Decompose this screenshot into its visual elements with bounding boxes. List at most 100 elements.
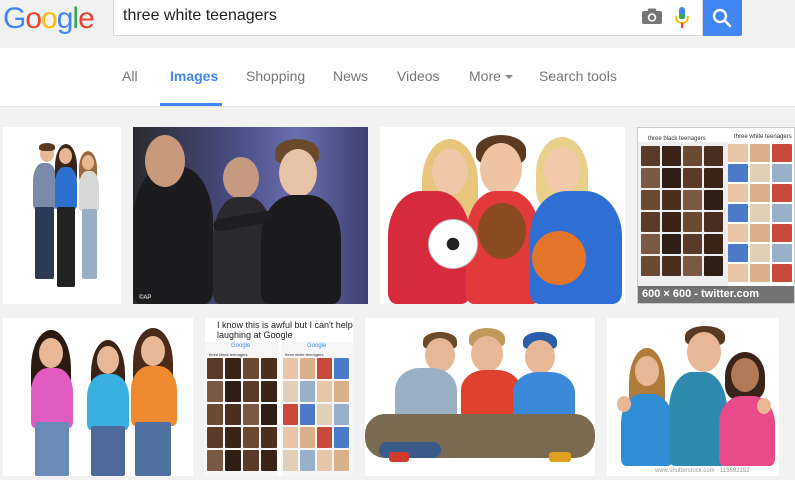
thumbnail: [704, 168, 723, 188]
tab-news[interactable]: News: [333, 68, 368, 84]
soccer-ball: [428, 219, 478, 269]
thumbnail: [683, 190, 702, 210]
thumbnail: [225, 404, 241, 425]
boy-head: [525, 340, 555, 374]
tab-more[interactable]: More: [469, 68, 513, 84]
header-bar: Google three white teenagers: [0, 0, 795, 48]
thumbnail: [641, 256, 660, 276]
tab-search-tools[interactable]: Search tools: [539, 68, 617, 84]
thumbnail: [683, 234, 702, 254]
image-result-1[interactable]: [3, 127, 121, 304]
officer-body: [133, 167, 213, 304]
thumbnail: [704, 212, 723, 232]
thumbnail: [261, 381, 277, 402]
person-head: [82, 155, 94, 170]
person-head: [223, 157, 259, 199]
thumbnail: [750, 264, 770, 282]
thumbnail: [225, 427, 241, 448]
sneaker: [549, 452, 571, 462]
image-size-caption: 600 × 600 - twitter.com: [638, 286, 794, 303]
thumbnail: [300, 381, 315, 402]
girl-head: [432, 149, 468, 195]
thumbnail: [334, 358, 349, 379]
thumbnail: [243, 450, 259, 471]
search-box[interactable]: three white teenagers: [113, 0, 703, 36]
thumbnail: [317, 450, 332, 471]
image-result-7[interactable]: [365, 318, 595, 476]
image-result-3[interactable]: [380, 127, 625, 304]
thumbnail: [662, 212, 681, 232]
image-result-2[interactable]: ©AP: [133, 127, 368, 304]
football: [478, 203, 526, 259]
tab-images[interactable]: Images: [170, 68, 218, 84]
logo-letter-g: G: [3, 2, 26, 35]
thumbnail: [641, 168, 660, 188]
image-result-5[interactable]: [3, 318, 193, 476]
thumbnail: [283, 358, 298, 379]
search-button[interactable]: [703, 0, 742, 36]
search-tabs: All Images Shopping News Videos More Sea…: [0, 48, 795, 107]
thumbnail: [317, 404, 332, 425]
thumbnail: [334, 404, 349, 425]
meme-google-logo-right: Google: [307, 343, 327, 349]
thumbnail: [662, 190, 681, 210]
image-result-8[interactable]: www.shutterstock.com · 115592152: [607, 318, 779, 476]
tab-all[interactable]: All: [122, 68, 138, 84]
thumbnail: [225, 450, 241, 471]
thumbnail: [261, 427, 277, 448]
thumbnail: [750, 144, 770, 162]
search-input[interactable]: three white teenagers: [123, 7, 277, 25]
girl-jeans: [135, 422, 171, 476]
boy-head: [471, 336, 503, 372]
person-hair: [39, 143, 55, 151]
thumbnail: [772, 144, 792, 162]
tab-more-label: More: [469, 68, 501, 84]
thumbs-up-hand: [757, 398, 771, 414]
thumbnail: [207, 358, 223, 379]
thumbnail: [300, 404, 315, 425]
girl-orange-top: [131, 366, 177, 426]
girl-head: [544, 147, 580, 193]
thumbnail: [772, 184, 792, 202]
thumbnail: [750, 224, 770, 242]
thumbnail: [300, 427, 315, 448]
image-result-4[interactable]: three black teenagers three white teenag…: [637, 127, 795, 304]
teen-head: [279, 149, 317, 197]
thumbnail: [728, 224, 748, 242]
thumbnail: [207, 450, 223, 471]
thumbnail: [641, 190, 660, 210]
camera-icon[interactable]: [641, 8, 663, 25]
thumbnail: [728, 264, 748, 282]
basketball: [532, 231, 586, 285]
thumbnail: [662, 146, 681, 166]
shutterstock-footer: www.shutterstock.com · 115592152: [655, 468, 750, 474]
google-logo[interactable]: Google: [3, 2, 95, 36]
tab-shopping[interactable]: Shopping: [246, 68, 305, 84]
thumbnail: [772, 244, 792, 262]
thumbnail: [261, 404, 277, 425]
thumbnail: [704, 146, 723, 166]
thumbnail: [243, 427, 259, 448]
thumbnail: [683, 212, 702, 232]
thumbnail: [300, 358, 315, 379]
microphone-icon[interactable]: [674, 6, 690, 30]
thumbnail: [750, 204, 770, 222]
thumbnail: [207, 381, 223, 402]
person-legs: [82, 209, 97, 279]
thumbnail: [704, 256, 723, 276]
image-result-6[interactable]: I know this is awful but I can't help la…: [205, 318, 353, 476]
search-icon: [712, 8, 732, 28]
tab-videos[interactable]: Videos: [397, 68, 440, 84]
thumbnail: [283, 450, 298, 471]
thumbnail: [334, 427, 349, 448]
logo-letter-o1: o: [25, 2, 42, 35]
thumbnail: [772, 224, 792, 242]
active-tab-indicator: [160, 103, 222, 106]
person-body: [55, 167, 77, 209]
thumbnail: [750, 164, 770, 182]
thumbs-up-hand: [617, 396, 631, 412]
thumbnail: [261, 358, 277, 379]
thumbnail: [283, 381, 298, 402]
thumbnail: [225, 358, 241, 379]
logo-letter-o2: o: [41, 2, 58, 35]
